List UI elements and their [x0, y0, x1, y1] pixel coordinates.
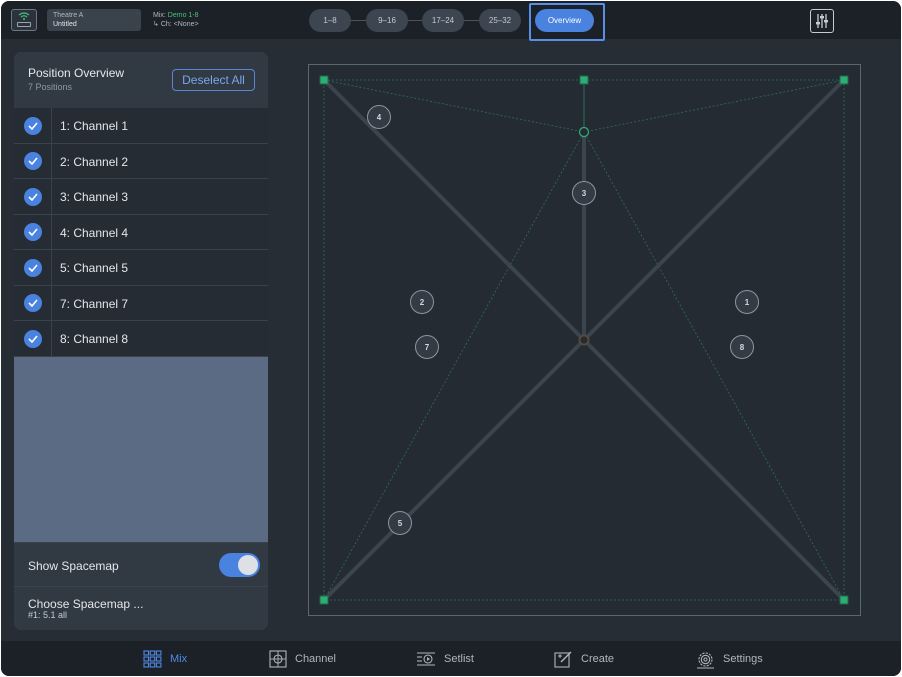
channel-label: 5: Channel 5: [60, 261, 129, 275]
return-arrow-icon: ↳: [153, 21, 159, 28]
check-icon[interactable]: [24, 187, 42, 206]
channel-row-5[interactable]: 5: Channel 5: [14, 250, 268, 286]
page-button-1-8[interactable]: 1–8: [309, 9, 351, 32]
grid-icon: [143, 650, 162, 668]
deselect-all-button[interactable]: Deselect All: [172, 69, 255, 91]
overview-highlight: [529, 3, 605, 41]
channel-row-8[interactable]: 8: Channel 8: [14, 321, 268, 357]
current-spacemap: #1: 5.1 all: [28, 610, 68, 620]
page-button-9-16[interactable]: 9–16: [366, 9, 408, 32]
tab-create[interactable]: Create: [554, 649, 614, 669]
row-divider: [51, 143, 52, 178]
wifi-icon: [18, 12, 30, 20]
position-marker-3[interactable]: 3: [572, 181, 596, 205]
page-button-25-32[interactable]: 25–32: [479, 9, 521, 32]
spacemap-view[interactable]: 4 3 2 1 7 8 5: [308, 64, 861, 616]
venue-selector[interactable]: Theatre A Untitled: [47, 9, 141, 31]
channel-row-7[interactable]: 7: Channel 7: [14, 285, 268, 321]
row-divider: [51, 108, 52, 143]
position-marker-5[interactable]: 5: [388, 511, 412, 535]
choose-spacemap-label: Choose Spacemap ...: [28, 597, 144, 611]
mix-value: Demo 1-8: [167, 12, 199, 19]
spacemap-canvas: [308, 64, 861, 616]
tab-settings[interactable]: Settings: [696, 649, 763, 669]
tab-label: Settings: [723, 653, 763, 665]
channel-row-4[interactable]: 4: Channel 4: [14, 214, 268, 250]
page-button-17-24[interactable]: 17–24: [422, 9, 464, 32]
channel-row-1[interactable]: 1: Channel 1: [14, 108, 268, 144]
row-divider: [51, 321, 52, 356]
channel-label: 4: Channel 4: [60, 225, 129, 240]
show-spacemap-toggle[interactable]: [219, 553, 260, 577]
row-divider: [51, 179, 52, 214]
tab-label: Mix: [170, 653, 188, 665]
channel-label: 3: Channel 3: [60, 190, 129, 204]
top-bar: Theatre A Untitled Mix: Demo 1-8 ↳ Ch: <…: [1, 1, 901, 41]
positions-count: 7 Positions: [28, 82, 73, 92]
tab-mix[interactable]: Mix: [143, 649, 187, 669]
position-overview-panel: Position Overview 7 Positions Deselect A…: [14, 52, 268, 630]
center-node: [578, 126, 590, 138]
channel-label: 8: Channel 8: [60, 332, 129, 346]
device-slot-icon: [17, 22, 31, 27]
position-marker-4[interactable]: 4: [367, 105, 391, 129]
position-marker-2[interactable]: 2: [410, 290, 434, 314]
venue-name: Theatre A: [53, 12, 84, 19]
app-window: Theatre A Untitled Mix: Demo 1-8 ↳ Ch: <…: [1, 1, 901, 676]
position-marker-8[interactable]: 8: [730, 335, 754, 359]
tab-label: Channel: [295, 653, 336, 665]
channel-list: 1: Channel 1 2: Channel 2 3: Channel 3 4…: [14, 108, 268, 357]
choose-spacemap-row[interactable]: Choose Spacemap ... #1: 5.1 all: [14, 586, 268, 630]
origin-node: [578, 334, 590, 346]
show-spacemap-label: Show Spacemap: [28, 559, 119, 573]
channel-info: Ch: <None>: [160, 21, 199, 28]
row-divider: [51, 285, 52, 320]
panel-header: Position Overview 7 Positions Deselect A…: [14, 52, 268, 108]
check-icon[interactable]: [24, 152, 42, 170]
tab-label: Create: [581, 653, 615, 665]
check-icon[interactable]: [24, 116, 42, 135]
crosshair-icon: [269, 650, 287, 668]
device-icon[interactable]: [11, 9, 37, 31]
channel-label: 7: Channel 7: [60, 296, 129, 311]
toggle-knob: [238, 555, 258, 575]
venue-file: Untitled: [53, 21, 77, 28]
tab-label: Setlist: [444, 653, 474, 665]
check-icon[interactable]: [24, 223, 42, 241]
tab-setlist[interactable]: Setlist: [416, 649, 474, 669]
channel-label: 2: Channel 2: [60, 154, 129, 169]
check-icon[interactable]: [24, 258, 42, 277]
mixer-settings-icon[interactable]: [810, 9, 834, 33]
tab-channel[interactable]: Channel: [269, 649, 336, 669]
position-marker-1[interactable]: 1: [735, 290, 759, 314]
row-divider: [51, 214, 52, 249]
channel-row-3[interactable]: 3: Channel 3: [14, 179, 268, 215]
position-marker-7[interactable]: 7: [415, 335, 439, 359]
panel-title: Position Overview: [28, 66, 125, 80]
channel-row-2[interactable]: 2: Channel 2: [14, 143, 268, 179]
row-divider: [51, 250, 52, 285]
setlist-icon: [417, 652, 435, 666]
gear-icon: [697, 651, 714, 668]
check-icon[interactable]: [24, 329, 42, 348]
channel-label: 1: Channel 1: [60, 119, 129, 133]
show-spacemap-row: Show Spacemap: [14, 542, 268, 586]
mix-info: Mix: Demo 1-8 ↳ Ch: <None>: [153, 11, 199, 29]
check-icon[interactable]: [24, 294, 42, 312]
mix-label: Mix:: [153, 12, 166, 19]
bottom-tab-bar: Mix Channel Setlist Create Settings: [1, 641, 901, 676]
create-icon: [554, 651, 572, 668]
